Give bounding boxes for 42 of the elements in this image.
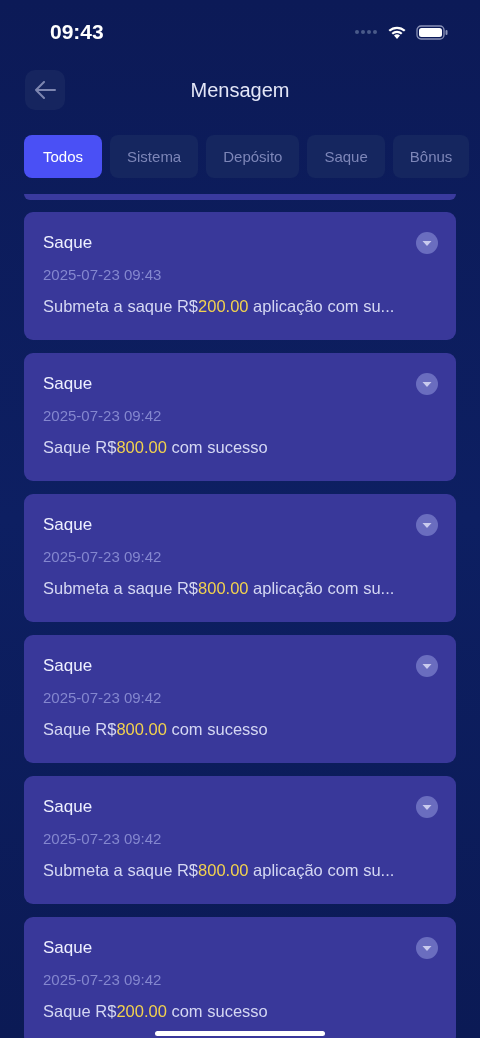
message-date: 2025-07-23 09:42 xyxy=(43,548,163,565)
expand-icon[interactable] xyxy=(416,655,438,677)
message-card[interactable]: Saque 2025-07-23 09:42 Submeta a saque R$800.00 aplicação com su... xyxy=(24,494,456,622)
message-text: Saque R$800.00 com sucesso xyxy=(43,438,269,457)
message-card[interactable]: Saque 2025-07-23 09:42 Submeta a saque R$800.00 aplicação com su... xyxy=(24,776,456,904)
message-card[interactable]: Saque 2025-07-23 09:42 Saque R$200.00 com sucesso xyxy=(24,917,456,1038)
message-title: Saque xyxy=(43,374,93,394)
message-date: 2025-07-23 09:42 xyxy=(43,689,163,706)
message-text: Saque R$200.00 com sucesso xyxy=(43,1002,269,1021)
message-title: Saque xyxy=(43,797,93,817)
message-title: Saque xyxy=(43,938,93,958)
page-title: Mensagem xyxy=(190,78,290,102)
message-date: 2025-07-23 09:43 xyxy=(43,266,163,283)
filter-tab[interactable]: Saque xyxy=(307,135,385,178)
message-text: Saque R$800.00 com sucesso xyxy=(43,720,269,739)
message-text: Submeta a saque R$200.00 aplicação com su... xyxy=(43,297,396,316)
message-text: Submeta a saque R$800.00 aplicação com su... xyxy=(43,861,396,880)
message-card[interactable]: Saque 2025-07-23 09:43 Submeta a saque R$200.00 aplicação com su... xyxy=(24,212,456,340)
expand-icon[interactable] xyxy=(416,796,438,818)
battery-icon xyxy=(416,24,448,40)
back-arrow-icon xyxy=(34,81,56,99)
message-title: Saque xyxy=(43,233,93,253)
message-text: Submeta a saque R$800.00 aplicação com su... xyxy=(43,579,396,598)
message-card[interactable]: Saque 2025-07-23 09:42 Saque R$800.00 com sucesso xyxy=(24,353,456,481)
filter-tab[interactable]: Sistema xyxy=(110,135,199,178)
back-button[interactable] xyxy=(25,70,65,110)
message-date: 2025-07-23 09:42 xyxy=(43,407,163,424)
filter-tab[interactable]: Todos xyxy=(24,135,103,178)
message-card[interactable]: Saque 2025-07-23 09:42 Saque R$800.00 com sucesso xyxy=(24,635,456,763)
expand-icon[interactable] xyxy=(416,514,438,536)
wifi-icon xyxy=(387,24,407,40)
status-time: 09:43 xyxy=(50,20,104,44)
message-title: Saque xyxy=(43,656,93,676)
signal-icon xyxy=(354,29,378,35)
message-date: 2025-07-23 09:42 xyxy=(43,971,163,988)
expand-icon[interactable] xyxy=(416,232,438,254)
filter-tab[interactable]: Bônus xyxy=(392,135,470,178)
filter-tab[interactable]: Depósito xyxy=(206,135,300,178)
message-title: Saque xyxy=(43,515,93,535)
message-date: 2025-07-23 09:42 xyxy=(43,830,163,847)
expand-icon[interactable] xyxy=(416,373,438,395)
expand-icon[interactable] xyxy=(416,937,438,959)
